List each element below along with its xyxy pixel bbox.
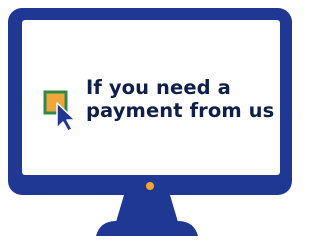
headline-line-1: If you need a bbox=[86, 76, 231, 99]
headline-line-2: payment from us bbox=[86, 99, 275, 122]
square-with-cursor-icon bbox=[43, 90, 76, 132]
headline: If you need a payment from us bbox=[86, 76, 278, 122]
monitor-screen: If you need a payment from us bbox=[22, 20, 280, 175]
monitor-frame: If you need a payment from us bbox=[8, 8, 292, 195]
power-light bbox=[146, 182, 154, 190]
